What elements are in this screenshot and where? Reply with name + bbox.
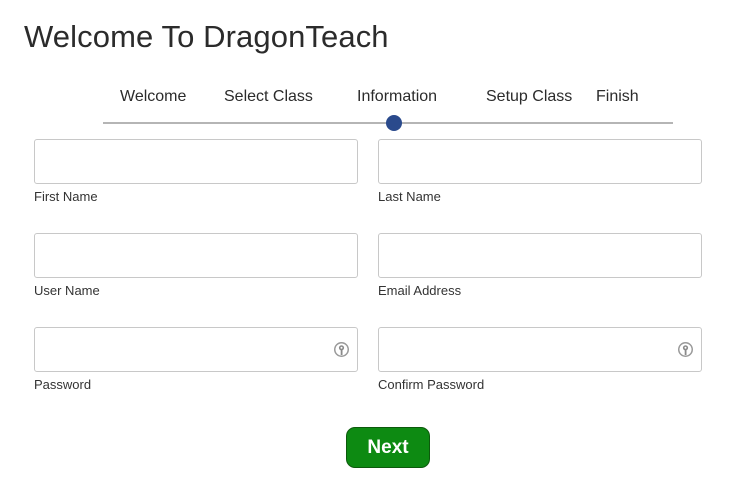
step-setup-class[interactable]: Setup Class: [486, 88, 572, 106]
confirm-password-field[interactable]: [378, 327, 702, 372]
email-group: Email Address: [378, 233, 702, 298]
first-name-field[interactable]: [34, 139, 358, 184]
email-field[interactable]: [378, 233, 702, 278]
key-icon[interactable]: [333, 341, 350, 358]
step-information[interactable]: Information: [357, 88, 437, 106]
confirm-password-group: Confirm Password: [378, 327, 702, 392]
password-group: Password: [34, 327, 358, 392]
first-name-group: First Name: [34, 139, 358, 204]
step-select-class[interactable]: Select Class: [224, 88, 313, 106]
first-name-label: First Name: [34, 189, 98, 204]
last-name-group: Last Name: [378, 139, 702, 204]
step-welcome[interactable]: Welcome: [120, 88, 186, 106]
email-label: Email Address: [378, 283, 462, 298]
step-finish[interactable]: Finish: [596, 88, 639, 106]
key-icon[interactable]: [677, 341, 694, 358]
password-label: Password: [34, 377, 92, 392]
confirm-password-label: Confirm Password: [378, 377, 485, 392]
progress-indicator: [386, 115, 402, 131]
page-title: Welcome To DragonTeach: [24, 19, 389, 54]
page: Welcome To DragonTeach Welcome Select Cl…: [0, 0, 731, 496]
user-name-label: User Name: [34, 283, 100, 298]
next-button[interactable]: Next: [346, 427, 430, 468]
step-navigation: Welcome Select Class Information Setup C…: [0, 88, 731, 108]
user-name-field[interactable]: [34, 233, 358, 278]
last-name-field[interactable]: [378, 139, 702, 184]
password-field[interactable]: [34, 327, 358, 372]
user-name-group: User Name: [34, 233, 358, 298]
last-name-label: Last Name: [378, 189, 441, 204]
